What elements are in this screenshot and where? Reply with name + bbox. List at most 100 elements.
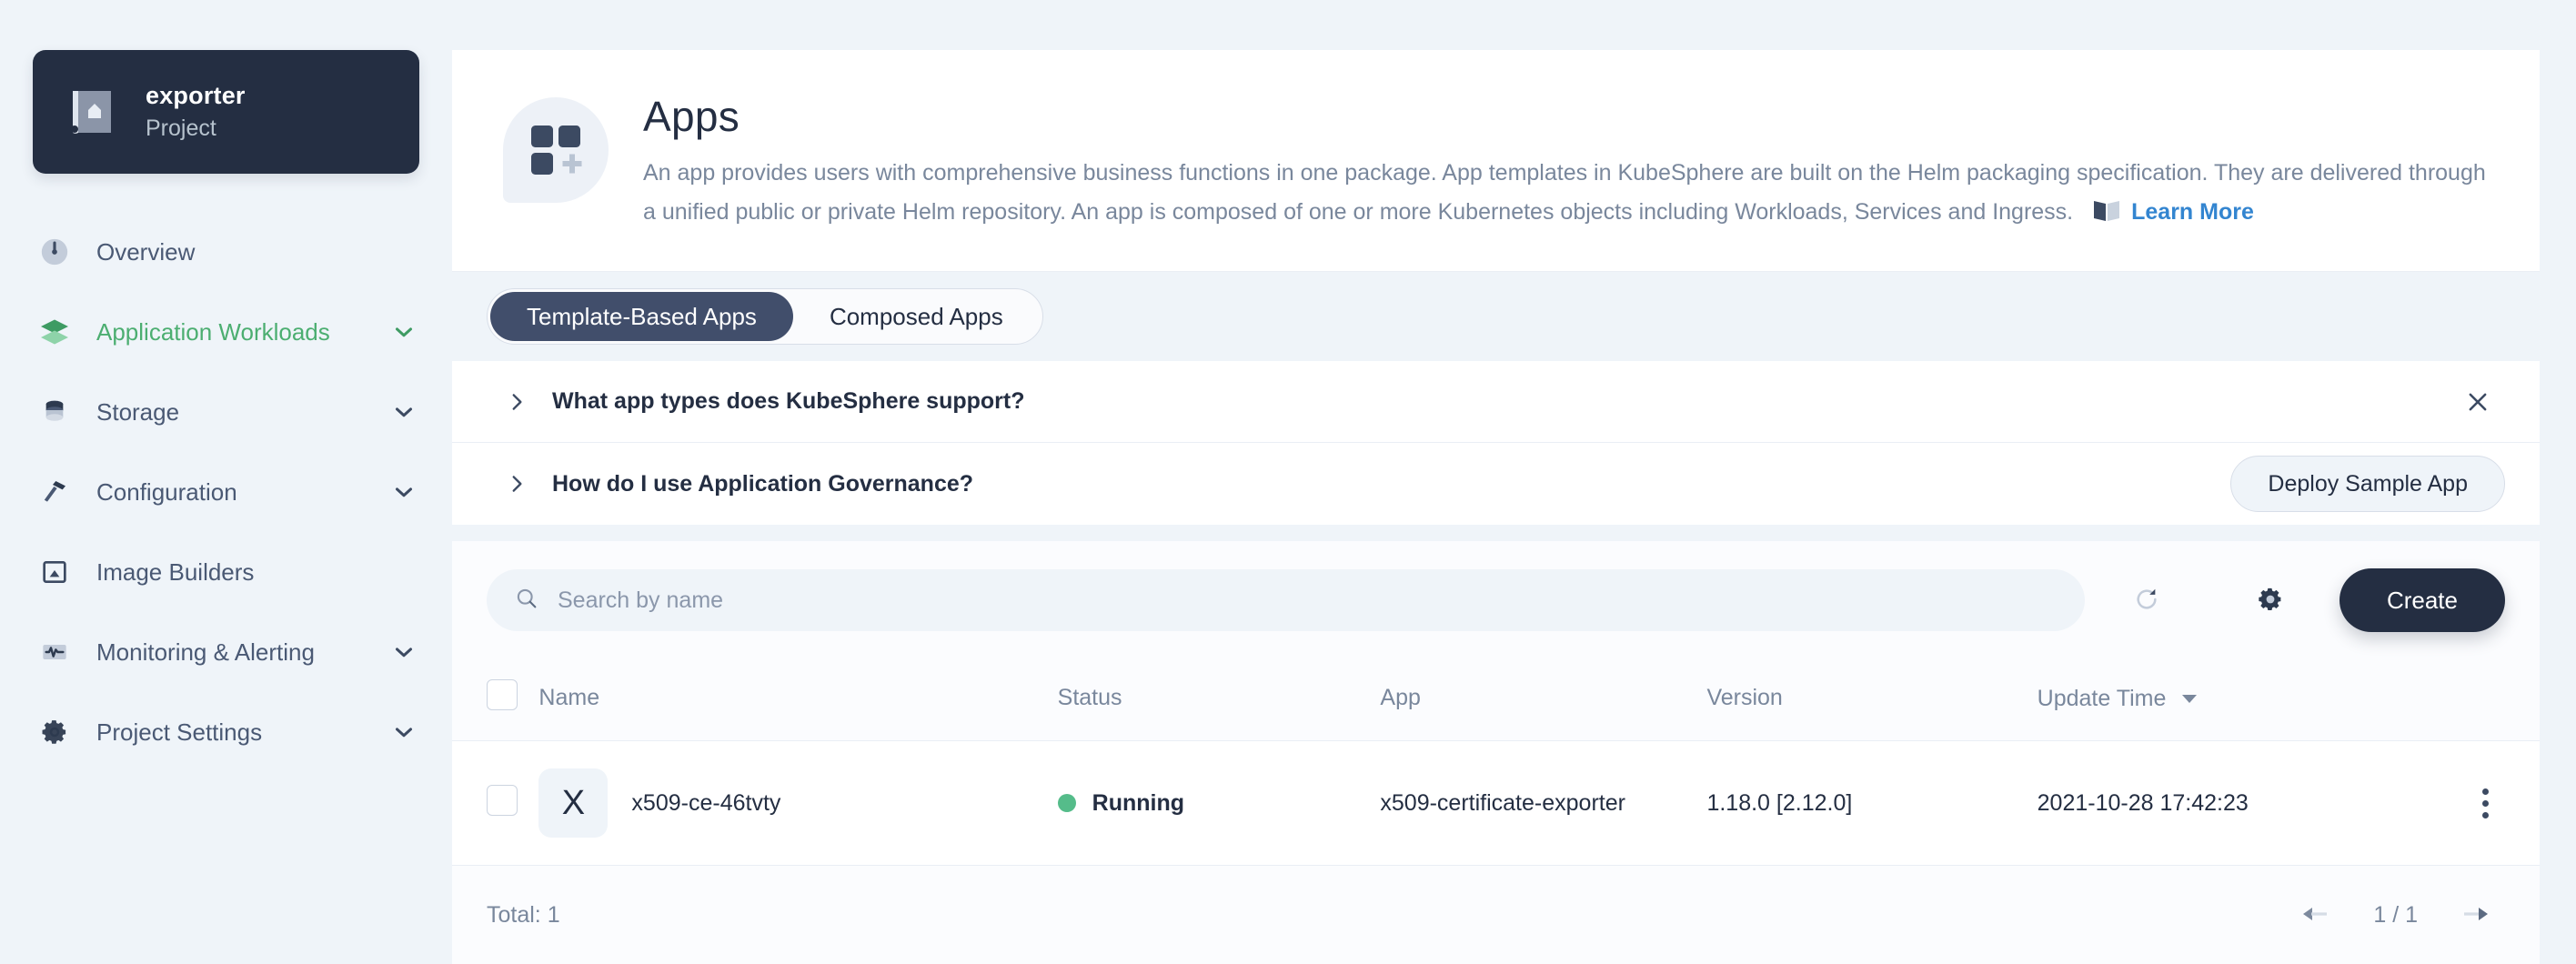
page-header: Apps An app provides users with comprehe…: [452, 50, 2540, 272]
select-all-checkbox[interactable]: [487, 679, 518, 710]
project-name: exporter: [146, 82, 246, 110]
image-icon: [36, 554, 73, 590]
table-header-row: Name Status App Version Update Time: [452, 656, 2540, 741]
faq-label: How do I use Application Governance?: [552, 471, 2230, 497]
next-page-button[interactable]: [2456, 897, 2505, 933]
refresh-icon: [2132, 585, 2161, 617]
tab-template-based-apps[interactable]: Template-Based Apps: [490, 292, 793, 341]
pulse-icon: [36, 634, 73, 670]
app-root: exporter Project Overview: [0, 0, 2576, 964]
sidebar-item-label: Storage: [96, 398, 388, 427]
gear-icon: [2256, 585, 2285, 617]
column-header-status[interactable]: Status: [1058, 656, 1381, 741]
table-footer: Total: 1 1 / 1: [452, 866, 2540, 964]
project-meta: exporter Project: [146, 82, 246, 142]
total-count: Total: 1: [487, 902, 560, 929]
table-settings-button[interactable]: [2229, 569, 2312, 631]
faq-label: What app types does KubeSphere support?: [552, 388, 2458, 415]
chevron-down-icon[interactable]: [388, 717, 419, 748]
status-dot-icon: [1058, 794, 1076, 812]
sidebar-item-label: Application Workloads: [96, 318, 388, 346]
book-icon: [2093, 196, 2120, 235]
column-header-update-time[interactable]: Update Time: [2038, 656, 2432, 741]
create-button[interactable]: Create: [2340, 568, 2505, 632]
page-header-text: Apps An app provides users with comprehe…: [643, 92, 2489, 235]
database-icon: [36, 394, 73, 430]
tab-composed-apps[interactable]: Composed Apps: [793, 292, 1040, 341]
row-checkbox[interactable]: [487, 785, 518, 816]
column-header-name[interactable]: Name: [538, 656, 1057, 741]
search-box[interactable]: [487, 569, 2085, 631]
project-card[interactable]: exporter Project: [33, 50, 419, 174]
close-icon[interactable]: [2458, 382, 2498, 422]
arrow-right-icon: [2460, 903, 2501, 928]
apps-grid-plus-icon: [503, 97, 609, 203]
table-body: X x509-ce-46tvty Running x509-certificat…: [452, 741, 2540, 866]
hammer-icon: [36, 474, 73, 510]
app-avatar: X: [538, 768, 608, 838]
faq-banner: What app types does KubeSphere support? …: [452, 361, 2540, 525]
sidebar-item-monitoring-alerting[interactable]: Monitoring & Alerting: [0, 612, 452, 692]
apps-list-card: Create Name Status App Version Update Ti…: [452, 541, 2540, 964]
chevron-down-icon[interactable]: [388, 397, 419, 427]
section-divider: [452, 525, 2540, 541]
deploy-sample-app-button[interactable]: Deploy Sample App: [2230, 456, 2505, 512]
dashboard-icon: [36, 234, 73, 270]
project-type: Project: [146, 115, 246, 142]
cell-actions: [2431, 741, 2540, 866]
layers-icon: [36, 314, 73, 350]
sidebar-item-label: Monitoring & Alerting: [96, 638, 388, 667]
page-indicator: 1 / 1: [2373, 902, 2418, 929]
column-header-actions: [2431, 656, 2540, 741]
table-head: Name Status App Version Update Time: [452, 656, 2540, 741]
table-row[interactable]: X x509-ce-46tvty Running x509-certificat…: [452, 741, 2540, 866]
list-toolbar: Create: [452, 541, 2540, 656]
sidebar-item-label: Overview: [96, 238, 419, 266]
chevron-down-icon[interactable]: [388, 477, 419, 507]
tabs-strip: Template-Based Apps Composed Apps: [452, 272, 2540, 361]
cell-app: x509-certificate-exporter: [1380, 741, 1706, 866]
chevron-right-icon[interactable]: [503, 470, 530, 497]
learn-more-link[interactable]: Learn More: [2131, 199, 2254, 225]
row-select-cell: [452, 741, 538, 866]
prev-page-button[interactable]: [2286, 897, 2335, 933]
search-input[interactable]: [558, 587, 2058, 614]
page-description: An app provides users with comprehensive…: [643, 154, 2489, 235]
chevron-down-icon[interactable]: [388, 637, 419, 668]
faq-row-app-types[interactable]: What app types does KubeSphere support?: [452, 361, 2540, 443]
arrow-left-icon: [2290, 903, 2330, 928]
apps-table: Name Status App Version Update Time: [452, 656, 2540, 866]
sidebar-item-image-builders[interactable]: Image Builders: [0, 532, 452, 612]
sidebar-item-project-settings[interactable]: Project Settings: [0, 692, 452, 772]
cell-version: 1.18.0 [2.12.0]: [1706, 741, 2037, 866]
sidebar-nav: Overview Application Workloads: [0, 212, 452, 772]
sidebar-item-configuration[interactable]: Configuration: [0, 452, 452, 532]
status-badge: Running: [1092, 790, 1184, 817]
sidebar-item-label: Project Settings: [96, 718, 388, 747]
column-header-version[interactable]: Version: [1706, 656, 2037, 741]
column-header-app[interactable]: App: [1380, 656, 1706, 741]
faq-row-application-governance[interactable]: How do I use Application Governance? Dep…: [452, 443, 2540, 525]
sidebar-item-label: Image Builders: [96, 558, 419, 587]
app-name-link[interactable]: x509-ce-46tvty: [631, 790, 780, 817]
main-content: Apps An app provides users with comprehe…: [452, 0, 2576, 964]
pagination: 1 / 1: [2286, 897, 2505, 933]
search-icon: [514, 586, 539, 616]
cell-name: X x509-ce-46tvty: [538, 741, 1057, 866]
cell-status: Running: [1058, 741, 1381, 866]
column-header-update-time-label: Update Time: [2038, 686, 2167, 711]
sidebar-item-storage[interactable]: Storage: [0, 372, 452, 452]
refresh-button[interactable]: [2105, 569, 2189, 631]
sidebar-item-label: Configuration: [96, 478, 388, 507]
chevron-right-icon[interactable]: [503, 388, 530, 416]
select-all-header: [452, 656, 538, 741]
chevron-down-icon[interactable]: [388, 316, 419, 347]
tab-group: Template-Based Apps Composed Apps: [487, 288, 1043, 345]
sidebar-item-application-workloads[interactable]: Application Workloads: [0, 292, 452, 372]
cell-update-time: 2021-10-28 17:42:23: [2038, 741, 2432, 866]
sidebar: exporter Project Overview: [0, 0, 452, 964]
more-vertical-icon[interactable]: [2459, 776, 2513, 830]
caret-down-icon[interactable]: [2181, 684, 2198, 710]
sidebar-item-overview[interactable]: Overview: [0, 212, 452, 292]
gear-icon: [36, 714, 73, 750]
